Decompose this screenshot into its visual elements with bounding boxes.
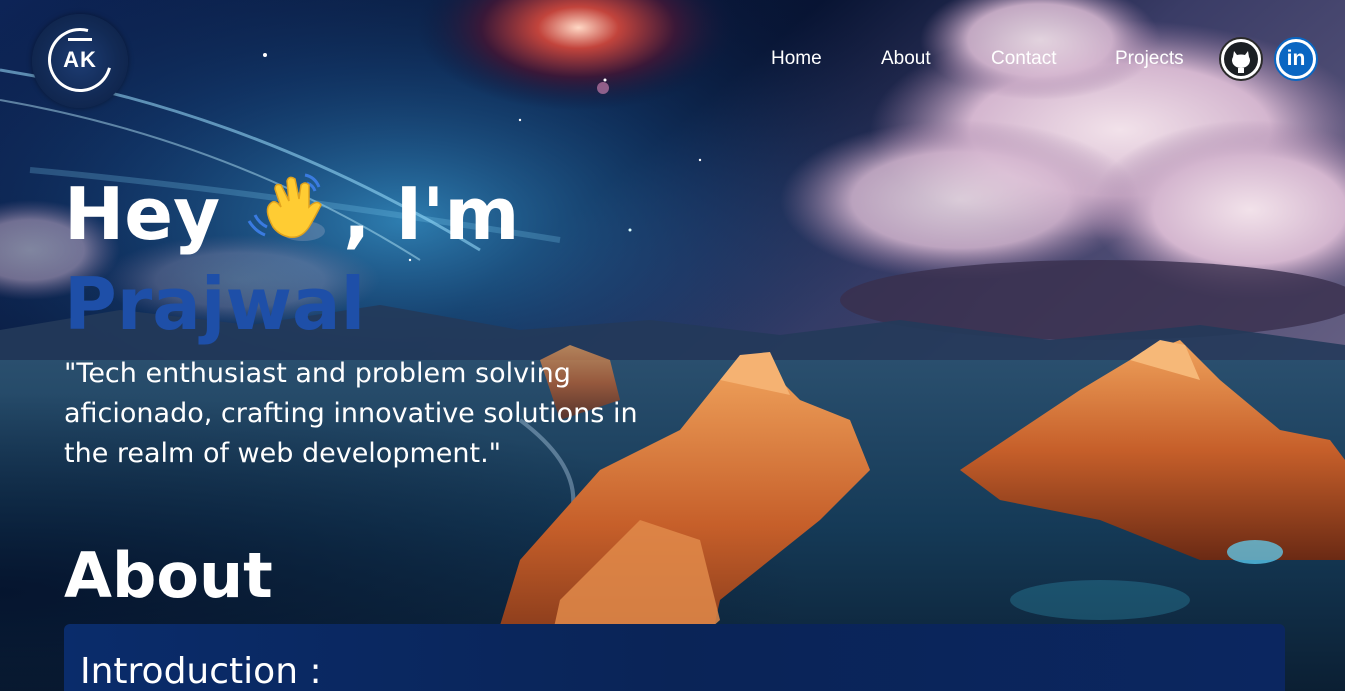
github-link[interactable] bbox=[1219, 37, 1263, 81]
greeting-before: Hey bbox=[64, 172, 246, 256]
introduction-card: Introduction : bbox=[64, 624, 1285, 691]
introduction-heading: Introduction : bbox=[80, 651, 322, 691]
nav-home[interactable]: Home bbox=[771, 48, 822, 70]
greeting-after: , I'm bbox=[343, 172, 520, 256]
github-icon bbox=[1224, 42, 1258, 76]
nav-contact[interactable]: Contact bbox=[991, 48, 1056, 70]
hero-greeting: Hey , I'm bbox=[64, 172, 519, 256]
logo-text: AK bbox=[63, 47, 97, 72]
hero-tagline: "Tech enthusiast and problem solving afi… bbox=[64, 358, 638, 469]
site-logo[interactable]: AK bbox=[32, 14, 128, 108]
nav-about[interactable]: About bbox=[881, 48, 931, 70]
linkedin-link[interactable]: in bbox=[1274, 37, 1318, 81]
nav-projects[interactable]: Projects bbox=[1115, 48, 1184, 70]
logo-bar bbox=[68, 38, 92, 41]
about-heading: About bbox=[64, 539, 273, 612]
hero-name: Prajwal bbox=[64, 262, 366, 346]
linkedin-icon: in bbox=[1279, 42, 1313, 76]
waving-hand-icon bbox=[245, 173, 343, 245]
